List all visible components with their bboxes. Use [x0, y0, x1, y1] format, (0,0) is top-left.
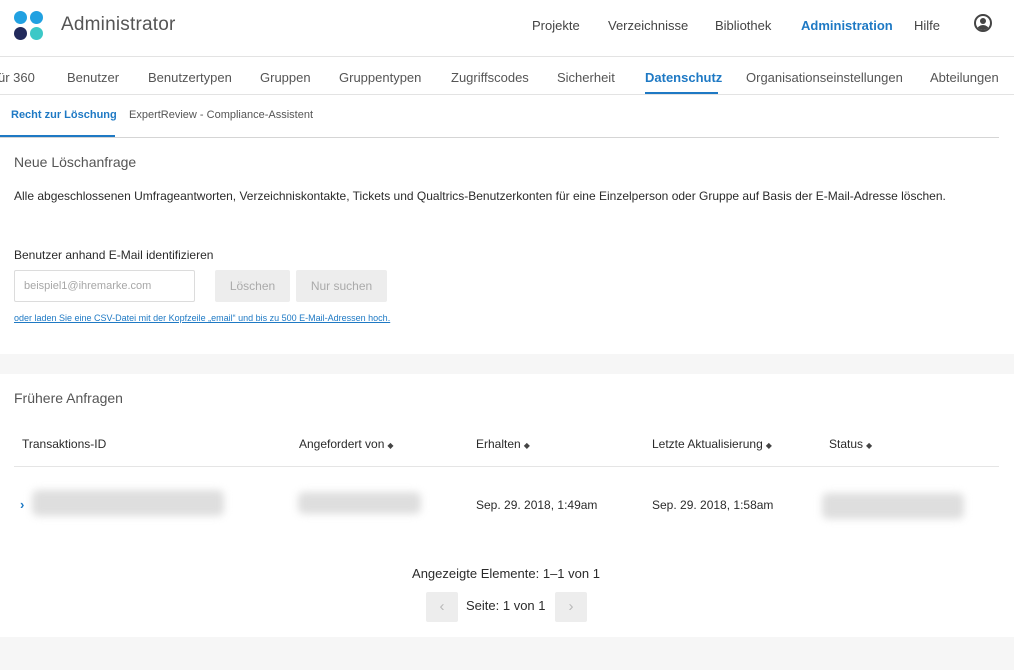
- email-field[interactable]: [14, 270, 195, 302]
- email-field-label: Benutzer anhand E-Mail identifizieren: [14, 248, 214, 262]
- expand-chevron-icon[interactable]: ›: [20, 497, 24, 512]
- subnav-gruppentypen[interactable]: Gruppentypen: [339, 70, 421, 85]
- nav-bibliothek[interactable]: Bibliothek: [715, 18, 771, 33]
- subnav-sicherheit[interactable]: Sicherheit: [557, 70, 615, 85]
- subnav-zugriffscodes[interactable]: Zugriffscodes: [451, 70, 529, 85]
- section-separator: [0, 354, 1014, 374]
- redacted-requested-by: [298, 492, 421, 514]
- subnav-feedback-360[interactable]: ür 360: [0, 70, 35, 85]
- pagination-info: Angezeigte Elemente: 1–1 von 1: [412, 566, 600, 581]
- subnav-benutzertypen[interactable]: Benutzertypen: [148, 70, 232, 85]
- qualtrics-logo-icon[interactable]: [14, 11, 44, 41]
- subnav-gruppen[interactable]: Gruppen: [260, 70, 311, 85]
- previous-requests-title: Frühere Anfragen: [14, 390, 123, 406]
- tabs-divider: [0, 137, 999, 138]
- sort-icon: ◆: [866, 441, 873, 450]
- page-indicator: Seite: 1 von 1: [466, 598, 546, 613]
- sort-icon: ◆: [387, 441, 394, 450]
- nav-administration[interactable]: Administration: [801, 18, 893, 33]
- tab-expertreview[interactable]: ExpertReview - Compliance-Assistent: [129, 109, 313, 121]
- new-request-description: Alle abgeschlossenen Umfrageantworten, V…: [14, 189, 946, 203]
- previous-page-button[interactable]: ‹: [426, 592, 458, 622]
- column-header-requested-by[interactable]: Angefordert von ◆: [299, 437, 394, 451]
- subnav-organisationseinstellungen[interactable]: Organisationseinstellungen: [746, 70, 903, 85]
- app-title: Administrator: [61, 14, 176, 35]
- search-only-button[interactable]: Nur suchen: [296, 270, 387, 302]
- subnav-benutzer[interactable]: Benutzer: [67, 70, 119, 85]
- nav-projekte[interactable]: Projekte: [532, 18, 580, 33]
- received-cell: Sep. 29. 2018, 1:49am: [476, 498, 598, 512]
- table-header-divider: [14, 466, 999, 467]
- top-header: Administrator Projekte Verzeichnisse Bib…: [0, 0, 1014, 57]
- admin-subnav: ür 360 Benutzer Benutzertypen Gruppen Gr…: [0, 57, 1014, 95]
- privacy-tabs: Recht zur Löschung ExpertReview - Compli…: [0, 95, 1014, 138]
- column-header-received[interactable]: Erhalten ◆: [476, 437, 530, 451]
- column-header-transaction-id[interactable]: Transaktions-ID: [22, 437, 106, 451]
- subnav-datenschutz[interactable]: Datenschutz: [645, 70, 722, 85]
- chevron-left-icon: ‹: [439, 598, 445, 615]
- subnav-abteilungen[interactable]: Abteilungen: [930, 70, 999, 85]
- sort-icon: ◆: [523, 441, 530, 450]
- next-page-button[interactable]: ›: [555, 592, 587, 622]
- delete-button[interactable]: Löschen: [215, 270, 290, 302]
- nav-verzeichnisse[interactable]: Verzeichnisse: [608, 18, 688, 33]
- chevron-right-icon: ›: [568, 598, 574, 615]
- redacted-transaction-id: [32, 490, 224, 516]
- last-update-cell: Sep. 29. 2018, 1:58am: [652, 498, 774, 512]
- csv-upload-link[interactable]: oder laden Sie eine CSV-Datei mit der Ko…: [14, 313, 390, 323]
- footer-band: [0, 637, 1014, 670]
- column-header-status[interactable]: Status ◆: [829, 437, 872, 451]
- new-request-title: Neue Löschanfrage: [14, 154, 137, 170]
- column-header-last-update[interactable]: Letzte Aktualisierung ◆: [652, 437, 772, 451]
- sort-icon: ◆: [765, 441, 772, 450]
- nav-hilfe[interactable]: Hilfe: [914, 18, 940, 33]
- user-account-icon[interactable]: [974, 14, 992, 32]
- redacted-status: [822, 493, 964, 519]
- tab-recht-zur-loeschung[interactable]: Recht zur Löschung: [11, 109, 117, 121]
